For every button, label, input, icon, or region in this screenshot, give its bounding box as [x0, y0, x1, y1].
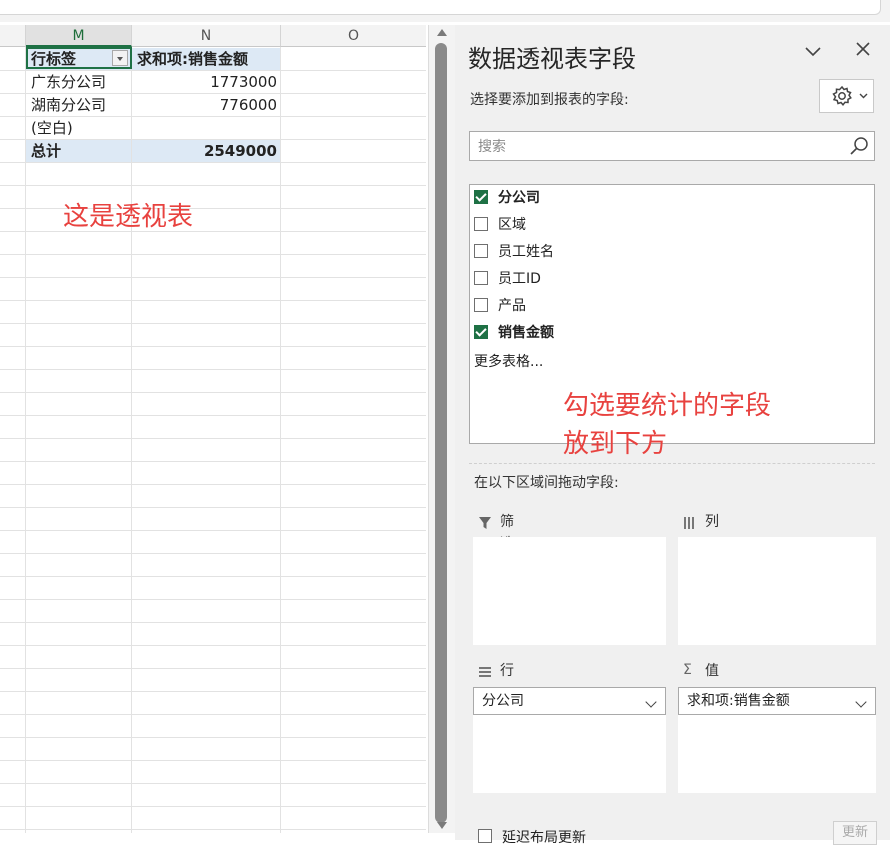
pivot-total-value[interactable]: 2549000: [133, 140, 277, 162]
grid-line: [0, 829, 426, 830]
grid-line: [0, 438, 426, 439]
field-label: 销售金额: [498, 325, 554, 341]
defer-label: 延迟布局更新: [502, 830, 586, 846]
field-label: 员工姓名: [498, 244, 554, 260]
field-list-settings-button[interactable]: [819, 79, 874, 113]
field-label: 分公司: [498, 190, 540, 206]
pivot-fields-pane: 数据透视表字段 选择要添加到报表的字段: 分公司 区域: [455, 25, 890, 846]
annotation-check-fields: 勾选要统计的字段 放到下方: [563, 391, 772, 459]
grid-line: [0, 277, 426, 278]
pill-label: 求和项:销售金额: [687, 693, 790, 709]
grid-line: [0, 461, 426, 462]
grid-line: [0, 783, 426, 784]
chevron-down-icon[interactable]: [855, 696, 867, 708]
chevron-down-icon[interactable]: [645, 696, 657, 708]
update-button[interactable]: 更新: [833, 821, 877, 845]
pivot-row-value[interactable]: 776000: [133, 94, 277, 116]
grid-line: [280, 47, 281, 833]
pill-label: 分公司: [482, 693, 524, 709]
annotation-pivot-table: 这是透视表: [63, 202, 194, 232]
pivot-row-label[interactable]: 广东分公司: [31, 71, 106, 93]
grid-line: [0, 254, 426, 255]
field-label: 员工ID: [498, 271, 541, 287]
pivot-row-label[interactable]: (空白): [31, 117, 73, 139]
grid-line: [0, 760, 426, 761]
scrollbar-thumb[interactable]: [435, 43, 447, 823]
grid-line: [0, 622, 426, 623]
checkbox[interactable]: [474, 271, 488, 285]
pivot-row-value[interactable]: [133, 117, 277, 139]
column-header-L[interactable]: [0, 25, 26, 47]
grid-line: [131, 47, 132, 833]
column-header-O[interactable]: O: [281, 25, 426, 47]
checkbox[interactable]: [474, 298, 488, 312]
grid-line: [0, 507, 426, 508]
column-header-N[interactable]: N: [132, 25, 281, 47]
grid-line: [0, 576, 426, 577]
rows-drop-area[interactable]: 分公司: [473, 687, 666, 793]
grid-line: [25, 47, 26, 833]
scroll-down-arrow-icon[interactable]: [437, 822, 447, 829]
area-label: 列: [705, 514, 719, 530]
columns-icon: [683, 515, 697, 529]
sigma-icon: Σ: [683, 662, 692, 678]
section-divider: [469, 463, 875, 464]
grid-line: [0, 553, 426, 554]
formula-bar-strip: [0, 0, 890, 22]
rows-field-pill[interactable]: 分公司: [473, 687, 666, 715]
grid-line: [0, 645, 426, 646]
values-field-pill[interactable]: 求和项:销售金额: [678, 687, 876, 715]
pivot-total-label[interactable]: 总计: [31, 140, 61, 162]
columns-drop-area[interactable]: [678, 537, 876, 645]
scroll-up-arrow-icon[interactable]: [437, 29, 447, 36]
filters-drop-area[interactable]: [473, 537, 666, 645]
grid-line: [0, 668, 426, 669]
search-icon[interactable]: [848, 135, 870, 157]
field-label: 区域: [498, 217, 526, 233]
checkbox-checked[interactable]: [474, 190, 488, 204]
checkbox[interactable]: [474, 217, 488, 231]
pivot-row-value[interactable]: 1773000: [133, 71, 277, 93]
checkbox[interactable]: [474, 244, 488, 258]
field-label: 产品: [498, 298, 526, 314]
grid-line: [0, 599, 426, 600]
pivot-row-label[interactable]: 湖南分公司: [31, 94, 106, 116]
vertical-scrollbar[interactable]: [428, 25, 455, 833]
grid-line: [0, 369, 426, 370]
grid-line: [0, 300, 426, 301]
area-label: 行: [500, 663, 514, 679]
checkbox-checked[interactable]: [474, 325, 488, 339]
grid-line: [0, 806, 426, 807]
grid-line: [0, 162, 426, 163]
worksheet-grid[interactable]: M N O 行标签 求和项:销售金额 广东分公司 1773000 湖南分公司 7…: [0, 25, 426, 833]
grid-line: [0, 185, 426, 186]
grid-line: [0, 392, 426, 393]
search-input[interactable]: [476, 136, 840, 158]
formula-bar[interactable]: [0, 0, 881, 15]
column-header-M[interactable]: M: [26, 25, 132, 47]
gear-icon: [832, 85, 868, 106]
row-label-filter-dropdown[interactable]: [112, 50, 128, 66]
grid-line: [0, 691, 426, 692]
filter-icon: [478, 515, 492, 529]
pane-title: 数据透视表字段: [468, 45, 636, 73]
grid-line: [0, 530, 426, 531]
grid-line: [0, 737, 426, 738]
rows-icon: [478, 664, 492, 678]
checkbox[interactable]: [478, 829, 492, 843]
choose-fields-label: 选择要添加到报表的字段:: [470, 92, 629, 108]
drag-fields-label: 在以下区域间拖动字段:: [474, 475, 619, 491]
grid-line: [0, 484, 426, 485]
grid-line: [0, 323, 426, 324]
grid-line: [0, 415, 426, 416]
values-drop-area[interactable]: 求和项:销售金额: [678, 687, 876, 793]
grid-line: [0, 714, 426, 715]
more-tables-link[interactable]: 更多表格...: [474, 351, 543, 371]
grid-line: [0, 346, 426, 347]
area-label: 值: [705, 663, 719, 679]
field-search-box[interactable]: [469, 131, 875, 161]
pane-options-chevron-icon[interactable]: [802, 40, 824, 62]
pivot-value-header[interactable]: 求和项:销售金额: [137, 48, 248, 70]
close-icon[interactable]: [852, 38, 874, 60]
